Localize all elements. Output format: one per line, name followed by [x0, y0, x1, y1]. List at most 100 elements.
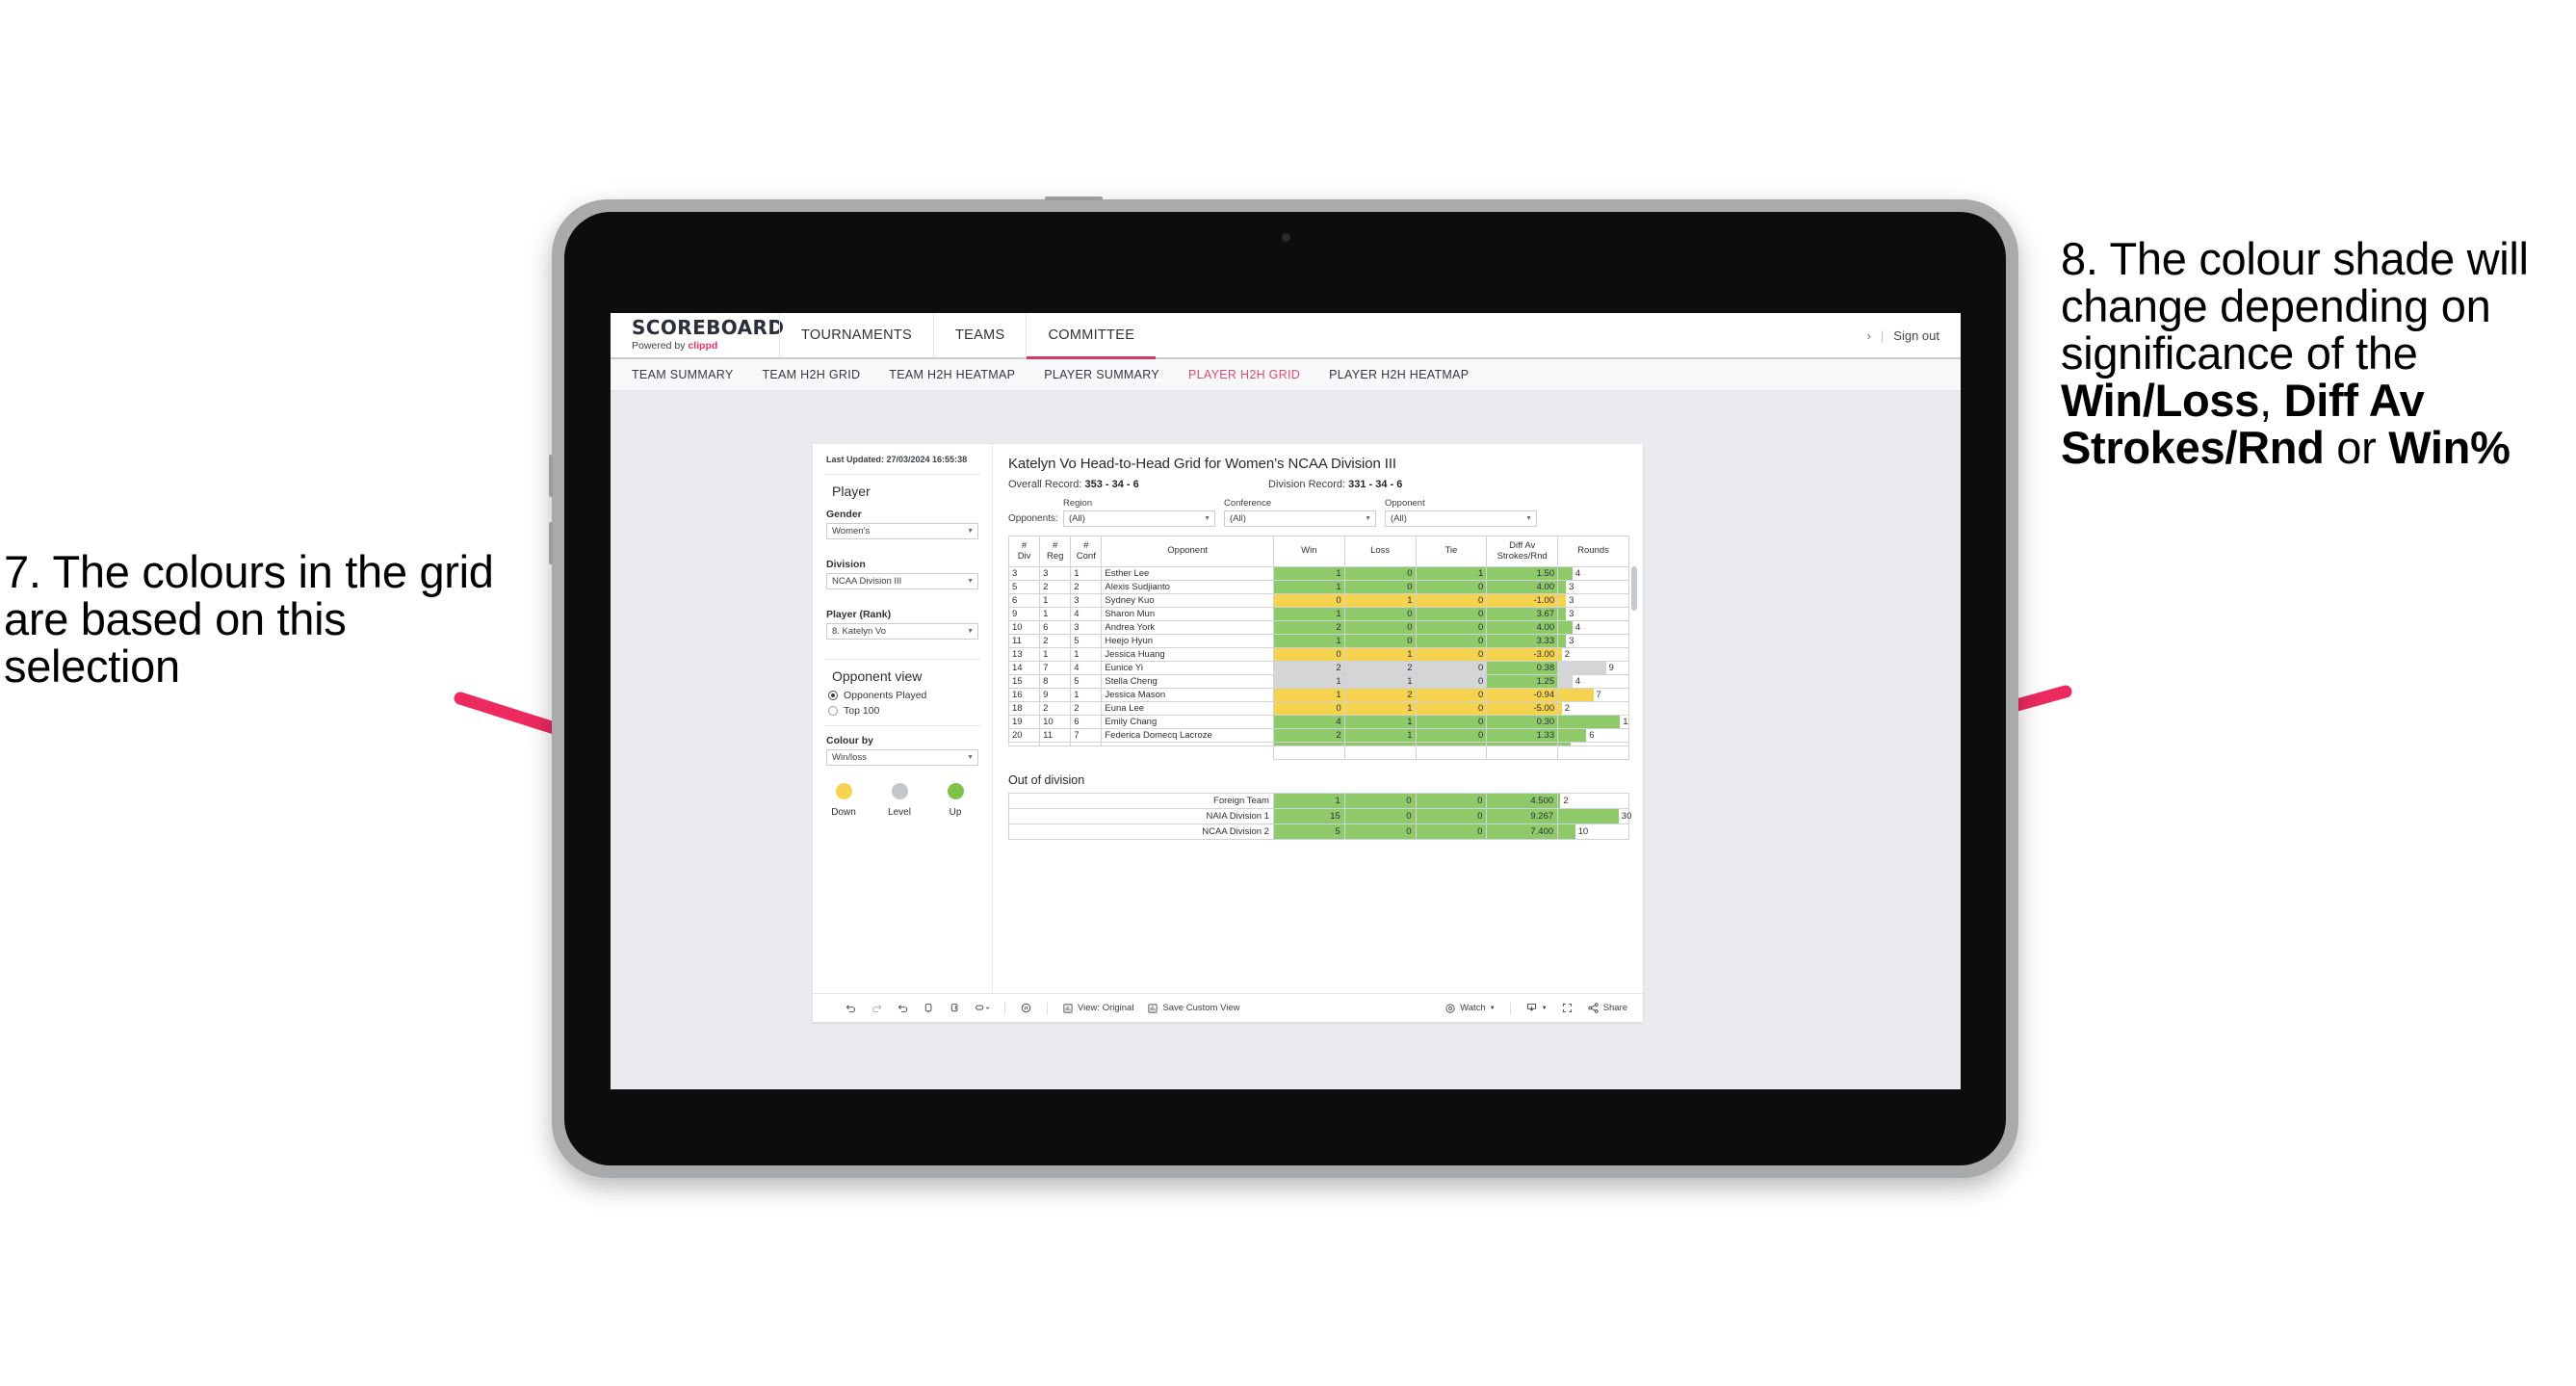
nav-teams[interactable]: TEAMS — [933, 313, 1026, 357]
nav-tournaments[interactable]: TOURNAMENTS — [779, 313, 933, 357]
rounds-bar — [1558, 729, 1587, 742]
table-row[interactable]: 18 2 2 Euna Lee 0 1 0 -5.00 2 — [1007, 701, 1629, 716]
cell-reg: 10 — [1039, 715, 1072, 729]
col-div[interactable]: # Div — [1007, 536, 1041, 567]
table-row[interactable]: 10 6 3 Andrea York 2 0 0 4.00 4 — [1007, 620, 1629, 635]
legend-item-level: Level — [884, 783, 915, 818]
secondary-nav: TEAM SUMMARY TEAM H2H GRID TEAM H2H HEAT… — [611, 359, 1961, 391]
cell-rounds: 7 — [1557, 688, 1629, 702]
subnav-player-summary[interactable]: PLAYER SUMMARY — [1044, 368, 1159, 381]
subnav-team-h2h-grid[interactable]: TEAM H2H GRID — [762, 368, 860, 381]
out-of-division-row[interactable]: Foreign Team 1 0 0 4.500 2 — [1008, 793, 1629, 809]
opponent-select[interactable]: (All) ▼ — [1385, 510, 1537, 527]
cell-tie: 0 — [1415, 620, 1488, 635]
refresh-button[interactable] — [916, 1002, 942, 1014]
cell-opponent: Emily Chang — [1101, 715, 1274, 729]
undo-button[interactable] — [838, 1002, 864, 1014]
radio-top-100[interactable]: Top 100 — [828, 705, 978, 717]
sign-out-link[interactable]: Sign out — [1893, 328, 1939, 343]
cell-ood-diff: 7.400 — [1486, 824, 1559, 840]
revert-button[interactable] — [890, 1002, 916, 1014]
cell-conf: 4 — [1070, 661, 1103, 675]
cell-tie: 0 — [1415, 701, 1488, 716]
table-row[interactable]: 3 3 1 Esther Lee 1 0 1 1.50 4 — [1007, 566, 1629, 581]
redo-button[interactable] — [864, 1002, 890, 1014]
subnav-player-h2h-grid[interactable]: PLAYER H2H GRID — [1188, 368, 1300, 381]
cell-ood-loss: 0 — [1343, 793, 1417, 809]
conference-select[interactable]: (All) ▼ — [1224, 510, 1376, 527]
col-loss[interactable]: Loss — [1343, 536, 1417, 567]
table-row[interactable]: 15 8 5 Stella Cheng 1 1 0 1.25 4 — [1007, 674, 1629, 689]
grid-scrollbar[interactable] — [1631, 566, 1637, 611]
rounds-bar — [1558, 716, 1621, 728]
table-row[interactable]: 16 9 1 Jessica Mason 1 2 0 -0.94 7 — [1007, 688, 1629, 702]
col-rounds[interactable]: Rounds — [1557, 536, 1629, 567]
gender-select[interactable]: Women’s ▼ — [826, 523, 978, 540]
download-button[interactable]: ▼ — [1519, 1002, 1554, 1014]
opponents-label: Opponents: — [1008, 513, 1058, 524]
view-original-button[interactable]: View: Original — [1055, 1003, 1140, 1014]
radio-off-icon — [828, 706, 838, 717]
col-win[interactable]: Win — [1272, 536, 1345, 567]
table-row[interactable]: 14 7 4 Eunice Yi 2 2 0 0.38 9 — [1007, 661, 1629, 675]
col-diff-l2: Strokes/Rnd — [1496, 550, 1548, 562]
chevron-right-icon[interactable]: › — [1867, 328, 1871, 343]
blank-win — [1272, 745, 1345, 760]
cell-tie: 0 — [1415, 728, 1488, 743]
col-reg[interactable]: # Reg — [1039, 536, 1072, 567]
share-button[interactable]: Share — [1580, 1002, 1643, 1014]
cell-div: 6 — [1007, 593, 1041, 608]
chevron-down-icon: ▼ — [1541, 1005, 1548, 1011]
table-row[interactable]: 6 1 3 Sydney Kuo 0 1 0 -1.00 3 — [1007, 593, 1629, 608]
out-of-division-body: Foreign Team 1 0 0 4.500 2 NAIA Division 1 15 0 0… — [1008, 793, 1631, 840]
table-row[interactable]: 19106Emily Chang4100.3011 — [1007, 715, 1629, 729]
highlight-button[interactable] — [968, 1002, 997, 1014]
col-opponent[interactable]: Opponent — [1101, 536, 1274, 567]
col-reg-l1: # — [1053, 539, 1058, 551]
col-tie[interactable]: Tie — [1415, 536, 1488, 567]
rounds-value: 3 — [1569, 582, 1574, 592]
cell-loss: 1 — [1343, 728, 1417, 743]
cell-ood-rounds: 2 — [1557, 793, 1629, 809]
watch-button[interactable]: Watch ▼ — [1438, 1003, 1502, 1014]
cell-ood-loss: 0 — [1343, 808, 1417, 824]
cell-conf: 2 — [1070, 580, 1103, 594]
cell-diff: 1.50 — [1486, 566, 1559, 581]
brand-logo[interactable]: SCOREBOARD Powered by clippd — [611, 313, 784, 357]
cell-win: 0 — [1272, 647, 1345, 662]
pause-auto-updates-button[interactable] — [1013, 1002, 1039, 1014]
cell-ood-tie: 0 — [1415, 824, 1488, 840]
cell-rounds: 4 — [1557, 674, 1629, 689]
cell-reg: 2 — [1039, 634, 1072, 648]
division-select[interactable]: NCAA Division III ▼ — [826, 573, 978, 590]
save-custom-view-button[interactable]: Save Custom View — [1140, 1003, 1246, 1014]
player-rank-select[interactable]: 8. Katelyn Vo ▼ — [826, 623, 978, 641]
cell-reg: 6 — [1039, 620, 1072, 635]
radio-opponents-played[interactable]: Opponents Played — [828, 690, 978, 701]
table-row[interactable]: 13 1 1 Jessica Huang 0 1 0 -3.00 2 — [1007, 647, 1629, 662]
subnav-team-h2h-heatmap[interactable]: TEAM H2H HEATMAP — [889, 368, 1015, 381]
pause-button[interactable] — [942, 1002, 968, 1014]
col-conf[interactable]: # Conf — [1070, 536, 1103, 567]
subnav-player-h2h-heatmap[interactable]: PLAYER H2H HEATMAP — [1329, 368, 1469, 381]
cell-win: 1 — [1272, 607, 1345, 621]
out-of-division-row[interactable]: NCAA Division 2 5 0 0 7.400 10 — [1008, 824, 1629, 840]
cell-diff: 0.38 — [1486, 661, 1559, 675]
table-row[interactable]: 11 2 5 Heejo Hyun 1 0 0 3.33 3 — [1007, 634, 1629, 648]
cell-div: 11 — [1007, 634, 1041, 648]
out-of-division-row[interactable]: NAIA Division 1 15 0 0 9.267 30 — [1008, 808, 1631, 824]
cell-div: 16 — [1007, 688, 1041, 702]
colour-by-label: Colour by — [826, 735, 873, 747]
fullscreen-button[interactable] — [1554, 1002, 1580, 1014]
subnav-team-summary[interactable]: TEAM SUMMARY — [632, 368, 733, 381]
sidebar-section-player: Player — [832, 484, 871, 500]
region-select[interactable]: (All) ▼ — [1063, 510, 1215, 527]
cell-loss: 0 — [1343, 620, 1417, 635]
colour-by-select[interactable]: Win/loss ▼ — [826, 749, 978, 767]
table-row[interactable]: 20 11 7 Federica Domecq Lacroze 2 1 0 1.33 6 — [1007, 728, 1629, 743]
table-row[interactable]: 5 2 2 Alexis Sudjianto 1 0 0 4.00 3 — [1007, 580, 1629, 594]
table-row[interactable]: 9 1 4 Sharon Mun 1 0 0 3.67 3 — [1007, 607, 1629, 621]
col-diff-av-strokes[interactable]: Diff Av Strokes/Rnd — [1486, 536, 1559, 567]
col-conf-l2: Conf — [1076, 550, 1096, 562]
nav-committee[interactable]: COMMITTEE — [1026, 313, 1156, 359]
